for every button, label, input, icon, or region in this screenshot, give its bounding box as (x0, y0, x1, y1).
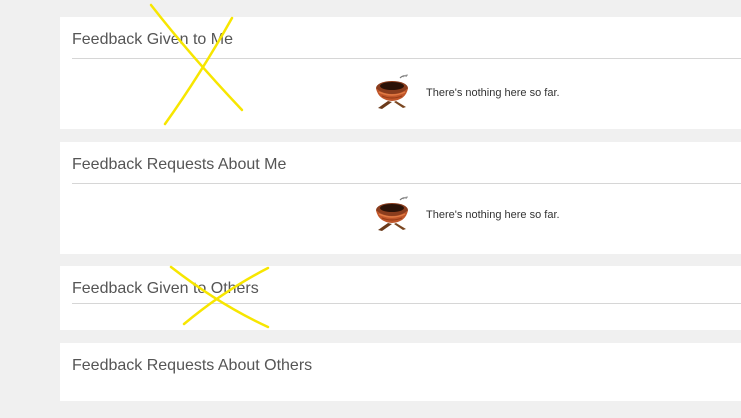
section-feedback-requests-about-others: Feedback Requests About Others (60, 343, 741, 401)
empty-state-message: There's nothing here so far. (426, 209, 560, 221)
section-title: Feedback Given to Others (72, 280, 259, 297)
empty-state: There's nothing here so far. (372, 194, 560, 236)
section-feedback-given-to-others: Feedback Given to Others (60, 266, 741, 330)
section-title: Feedback Given to Me (72, 31, 233, 48)
bird-nest-icon (376, 74, 409, 109)
section-divider (72, 303, 741, 304)
section-title: Feedback Requests About Others (72, 357, 313, 374)
feedback-page: Feedback Given to Me There's nothing her… (0, 0, 741, 418)
section-divider (72, 183, 741, 184)
section-title: Feedback Requests About Me (72, 156, 287, 173)
section-feedback-given-to-me: Feedback Given to Me There's nothing her… (60, 17, 741, 129)
bird-nest-icon (376, 196, 409, 231)
section-feedback-requests-about-me: Feedback Requests About Me There's nothi… (60, 142, 741, 254)
empty-state-message: There's nothing here so far. (426, 87, 560, 99)
empty-state: There's nothing here so far. (372, 72, 560, 114)
section-divider (72, 58, 741, 59)
